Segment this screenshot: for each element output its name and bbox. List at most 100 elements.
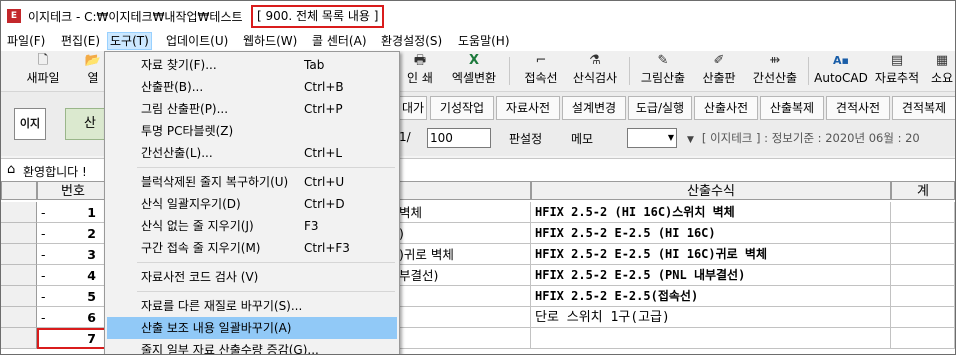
menu-item-label: 자료사전 코드 검사 (V)	[141, 270, 259, 284]
menu-item-clear-formulas[interactable]: 산식 일괄지우기(D) Ctrl+D	[107, 193, 397, 215]
memo-select[interactable]: ▼	[627, 128, 677, 148]
tab-calc-dictionary[interactable]: 산출사전	[694, 96, 758, 120]
formula-cell[interactable]: HFIX 2.5-2 (HI 16C)스위치 벽체	[531, 202, 891, 223]
layout-settings-button[interactable]: 판설정	[509, 130, 542, 147]
table-row[interactable]: -2	[37, 223, 109, 244]
new-file-button[interactable]: 🗋 새파일	[21, 53, 65, 89]
menu-edit[interactable]: 편집(E)	[59, 33, 102, 49]
menu-item-change-material[interactable]: 자료를 다른 재질로 바꾸기(S)...	[107, 295, 397, 317]
menu-item-delete-section-rows[interactable]: 구간 접속 줄 지우기(M) Ctrl+F3	[107, 237, 397, 259]
menu-separator	[137, 262, 395, 263]
formula-cell[interactable]: 단로 스위치 1구(고급)	[531, 307, 891, 328]
menu-separator	[137, 167, 395, 168]
column-header-formula[interactable]: 산출수식	[531, 181, 891, 200]
menu-item-delete-empty-rows[interactable]: 산식 없는 줄 지우기(J) F3	[107, 215, 397, 237]
menu-item-restore-deleted[interactable]: 블럭삭제된 줄지 복구하기(U) Ctrl+U	[107, 171, 397, 193]
table-row[interactable]: -4	[37, 265, 109, 286]
menu-item-calc-board[interactable]: 산출판(B)... Ctrl+B	[107, 76, 397, 98]
window-title: 이지테크 - C:₩이지테크₩내작업₩테스트	[28, 10, 243, 24]
tab-estimate-dictionary[interactable]: 견적사전	[826, 96, 890, 120]
connector-button[interactable]: ⌐ 접속선	[519, 53, 563, 89]
table-row[interactable]: -6	[37, 307, 109, 328]
menu-item-label: 산출 보조 내용 일괄바꾸기(A)	[141, 321, 292, 335]
open-button[interactable]: 📂 열	[81, 53, 105, 89]
home-icon[interactable]: ⌂	[7, 162, 15, 177]
formula-cell[interactable]: HFIX 2.5-2 E-2.5(접속선)	[531, 286, 891, 307]
table-row-selected[interactable]: 7	[37, 328, 109, 349]
dropdown-arrow-icon[interactable]: ▼	[687, 135, 694, 145]
menu-item-shortcut: Ctrl+U	[304, 175, 345, 189]
trunk-line-button[interactable]: ⇻ 간선산출	[749, 53, 801, 89]
column-header-total[interactable]: 계	[891, 181, 955, 200]
page-controls: 1/ 100 판설정 메모 ▼ ▼ [ 이지테크 ] : 정보기준 : 2020년…	[399, 128, 955, 150]
row-header[interactable]	[1, 202, 37, 223]
tab-estimate-copy[interactable]: 견적복제	[892, 96, 955, 120]
formula-check-label: 산식검사	[572, 71, 618, 85]
total-cell[interactable]	[891, 286, 955, 307]
row-header[interactable]	[1, 307, 37, 328]
tab-contract[interactable]: 도급/실행	[628, 96, 692, 120]
menu-item-picture-calc-board[interactable]: 그림 산출판(P)... Ctrl+P	[107, 98, 397, 120]
total-cell[interactable]	[891, 244, 955, 265]
print-button[interactable]: 🖶 인 쇄	[401, 53, 439, 89]
menu-call-center[interactable]: 콜 센터(A)	[310, 33, 369, 49]
picture-calc-button[interactable]: ✎ 그림산출	[637, 53, 689, 89]
row-number: 6	[87, 310, 96, 325]
menu-separator	[137, 291, 395, 292]
menu-item-bulk-replace[interactable]: 산출 보조 내용 일괄바꾸기(A)	[107, 317, 397, 339]
menu-item-code-check[interactable]: 자료사전 코드 검사 (V)	[107, 266, 397, 288]
tab-progress-work[interactable]: 기성작업	[430, 96, 494, 120]
tab-price[interactable]: 대가	[399, 96, 427, 120]
formula-check-button[interactable]: ⚗ 산식검사	[569, 53, 621, 89]
info-text: ▼ [ 이지테크 ] : 정보기준 : 2020년 06월 : 20	[687, 130, 920, 146]
tab-data-dictionary[interactable]: 자료사전	[496, 96, 560, 120]
tab-design-change[interactable]: 설계변경	[562, 96, 626, 120]
calc-board-button[interactable]: ✐ 산출판	[697, 53, 741, 89]
toolbar-separator	[509, 57, 510, 85]
menu-webhard[interactable]: 웹하드(W)	[241, 33, 299, 49]
menu-item-label: 간선산출(L)...	[141, 146, 213, 160]
chevron-down-icon: ▼	[667, 133, 674, 142]
data-trace-button[interactable]: ▤ 자료추적	[871, 53, 923, 89]
tab-calc-copy[interactable]: 산출복제	[760, 96, 824, 120]
row-header[interactable]	[1, 328, 37, 349]
picture-calc-label: 그림산출	[640, 71, 686, 85]
menu-item-find-data[interactable]: 자료 찾기(F)... Tab	[107, 54, 397, 76]
requirement-label: 소요	[930, 71, 954, 85]
menu-help[interactable]: 도움말(H)	[456, 33, 512, 49]
row-header[interactable]	[1, 223, 37, 244]
row-header[interactable]	[1, 265, 37, 286]
menu-tools[interactable]: 도구(T)	[107, 32, 152, 50]
menu-item-shortcut: Ctrl+D	[304, 197, 345, 211]
menu-file[interactable]: 파일(F)	[5, 33, 47, 49]
total-cell[interactable]	[891, 202, 955, 223]
row-number: 5	[87, 289, 96, 304]
table-row[interactable]: -3	[37, 244, 109, 265]
formula-cell[interactable]: HFIX 2.5-2 E-2.5 (PNL 내부결선)	[531, 265, 891, 286]
formula-cell[interactable]: HFIX 2.5-2 E-2.5 (HI 16C)귀로 벽체	[531, 244, 891, 265]
excel-export-button[interactable]: X 엑셀변환	[446, 53, 502, 89]
menu-update[interactable]: 업데이트(U)	[164, 33, 230, 49]
excel-icon: X	[468, 53, 480, 68]
table-row[interactable]: -5	[37, 286, 109, 307]
row-header[interactable]	[1, 244, 37, 265]
total-cell[interactable]	[891, 265, 955, 286]
formula-cell[interactable]	[531, 328, 891, 349]
formula-check-icon: ⚗	[589, 53, 601, 68]
column-header-no[interactable]: 번호	[37, 181, 109, 200]
welcome-text: 환영합니다 !	[23, 165, 87, 179]
total-cell[interactable]	[891, 307, 955, 328]
menu-item-trunk-calc[interactable]: 간선산출(L)... Ctrl+L	[107, 142, 397, 164]
memo-button[interactable]: 메모	[571, 130, 593, 147]
page-input[interactable]: 100	[427, 128, 491, 148]
autocad-button[interactable]: A▪ AutoCAD	[813, 53, 869, 89]
requirement-button[interactable]: ▦ 소요	[927, 53, 955, 89]
menu-item-pc-tablet[interactable]: 투명 PC타블렛(Z)	[107, 120, 397, 142]
total-cell[interactable]	[891, 328, 955, 349]
table-row[interactable]: -1	[37, 202, 109, 223]
menu-settings[interactable]: 환경설정(S)	[379, 33, 444, 49]
row-header[interactable]	[1, 286, 37, 307]
menu-item-adjust-quantity[interactable]: 줄지 일부 자료 산출수량 증감(G)...	[107, 339, 397, 354]
total-cell[interactable]	[891, 223, 955, 244]
formula-cell[interactable]: HFIX 2.5-2 E-2.5 (HI 16C)	[531, 223, 891, 244]
